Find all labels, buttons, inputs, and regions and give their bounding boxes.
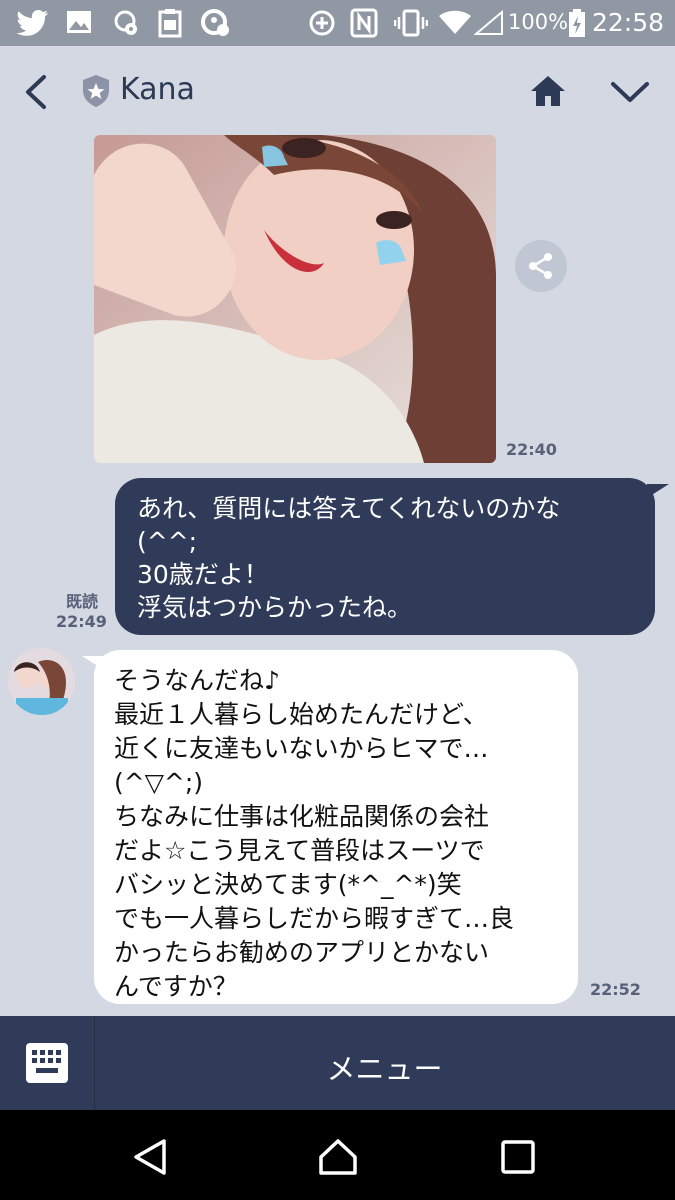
message-line: 30歳だよ！ <box>137 560 269 589</box>
gallery-icon <box>67 11 91 33</box>
menu-bar: メニュー <box>0 1016 675 1110</box>
sync-gear-icon <box>201 9 229 36</box>
battery-charging-icon <box>569 9 585 37</box>
message-line: 浮気はつからかったね。 <box>137 593 413 622</box>
message-line: ちなみに仕事は化粧品関係の会社 <box>114 802 490 831</box>
recents-icon[interactable] <box>501 1140 535 1174</box>
message-line: バシッと決めてます(*^_^*)笑 <box>114 870 462 899</box>
message-time: 22:49 <box>56 612 107 631</box>
message-line: あれ、質問には答えてくれないのかな <box>137 494 561 523</box>
battery-percentage: 100% <box>508 10 569 34</box>
twitter-icon <box>16 10 49 36</box>
outgoing-message-bubble[interactable]: あれ、質問には答えてくれないのかな (^^; 30歳だよ！ 浮気はつからかったね… <box>115 478 669 635</box>
message-line: 近くに友達もいないからヒマで… <box>114 734 489 763</box>
nfc-icon <box>350 8 378 38</box>
home-nav-icon[interactable] <box>318 1138 358 1176</box>
clipboard-icon <box>158 9 182 38</box>
vibrate-icon <box>394 9 428 37</box>
message-line: そうなんだね♪ <box>114 666 280 695</box>
message-line: 最近１人暮らし始めたんだけど、 <box>114 700 488 729</box>
back-icon[interactable] <box>22 74 50 110</box>
status-bar: 100% 22:58 <box>0 0 675 46</box>
chat-header: Kana <box>0 46 675 136</box>
message-time: 22:52 <box>590 980 641 999</box>
share-button[interactable] <box>515 240 567 292</box>
signal-icon <box>474 10 503 35</box>
message-line: でも一人暮らしだから暇すぎて…良 <box>114 904 515 933</box>
message-line: かったらお勧めのアプリとかない <box>114 938 490 967</box>
message-time: 22:40 <box>506 440 557 459</box>
status-clock: 22:58 <box>592 8 665 37</box>
shield-star-icon <box>83 75 109 107</box>
read-receipt: 既読 <box>66 592 99 611</box>
navigation-bar <box>0 1110 675 1200</box>
contact-name: Kana <box>120 72 195 107</box>
chevron-down-icon[interactable] <box>610 80 650 104</box>
keyboard-button[interactable] <box>0 1016 94 1110</box>
message-line: だよ☆こう見えて普段はスーツで <box>114 836 485 865</box>
incoming-message-bubble[interactable]: そうなんだね♪ 最近１人暮らし始めたんだけど、 近くに友達もいないからヒマで… … <box>82 650 578 1004</box>
message-line: んですか？ <box>114 972 238 1001</box>
keyboard-icon <box>26 1043 68 1083</box>
wifi-icon <box>439 10 471 34</box>
share-icon <box>529 253 552 279</box>
home-icon[interactable] <box>530 74 566 108</box>
avatar[interactable] <box>8 648 75 715</box>
data-saver-icon <box>309 10 335 36</box>
back-triangle-icon[interactable] <box>132 1138 168 1176</box>
menu-button[interactable]: メニュー <box>94 1046 675 1088</box>
cloud-gear-icon <box>114 10 137 35</box>
message-line: (^^; <box>137 527 198 556</box>
message-line: (^▽^;) <box>114 768 204 797</box>
received-photo[interactable] <box>94 135 496 463</box>
